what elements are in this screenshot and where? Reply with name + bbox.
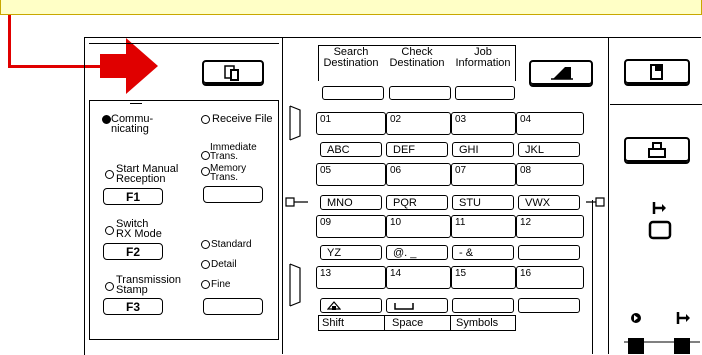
shift-label: Shift [322, 317, 345, 329]
page-tab-left [285, 197, 308, 207]
space-icon [394, 303, 414, 310]
one-touch-key-04[interactable]: 04 [516, 112, 584, 135]
one-touch-key-10[interactable]: 10 [386, 215, 451, 238]
bottom-indicator-icons [624, 312, 700, 354]
divider-left [282, 37, 283, 354]
check-destination-button[interactable] [389, 86, 451, 100]
one-touch-key-06[interactable]: 06 [386, 163, 451, 186]
eraser-icon [551, 67, 573, 80]
letter-key-def[interactable]: DEF [386, 142, 448, 157]
switch-rx-mode-led [105, 226, 114, 235]
panel-inner-rule [89, 43, 279, 44]
resolution-button[interactable] [203, 298, 263, 315]
letter-key-mno[interactable]: MNO [320, 195, 382, 210]
divider-right [608, 37, 609, 354]
immediate-trans-led [201, 151, 210, 160]
receive-file-label: Receive File [212, 113, 273, 125]
letter-key-stu[interactable]: STU [452, 195, 514, 210]
top-buttons-frame [318, 45, 516, 81]
one-touch-key-03[interactable]: 03 [451, 112, 516, 135]
blank-special-key[interactable] [518, 298, 580, 313]
space-label: Space [392, 317, 424, 329]
transmission-stamp-label: Transmission Stamp [116, 274, 181, 296]
printer-button[interactable] [624, 137, 690, 164]
job-information-button[interactable] [455, 86, 515, 100]
scanner-icon [648, 202, 672, 240]
immediate-trans-label: Immediate Trans. [210, 142, 257, 162]
memory-trans-label: Memory Trans. [210, 163, 247, 183]
one-touch-key-16[interactable]: 16 [516, 266, 584, 289]
letter-key-pqr[interactable]: PQR [386, 195, 448, 210]
search-destination-button[interactable] [322, 86, 384, 100]
start-manual-reception-led [105, 170, 114, 179]
space-key[interactable] [386, 298, 448, 313]
switch-rx-mode-label: Switch RX Mode [116, 218, 162, 240]
letter-key-blank[interactable] [518, 245, 580, 260]
one-touch-key-14[interactable]: 14 [386, 266, 451, 289]
fine-led [201, 280, 210, 289]
detail-label: Detail [211, 259, 237, 270]
one-touch-key-07[interactable]: 07 [451, 163, 516, 186]
symbols-label: Symbols [456, 317, 499, 329]
communicating-label: Commu- nicating [111, 113, 154, 135]
trans-mode-button[interactable] [203, 186, 263, 203]
transmission-stamp-led [105, 282, 114, 291]
left-bracket-top [289, 105, 301, 141]
letter-key-dash-amp[interactable]: - & [452, 245, 514, 260]
one-touch-key-02[interactable]: 02 [386, 112, 451, 135]
divider-right-h [610, 104, 702, 105]
left-bracket-bottom [289, 263, 301, 307]
one-touch-key-13[interactable]: 13 [316, 266, 386, 289]
detail-led [201, 260, 210, 269]
receive-file-led [201, 115, 210, 124]
one-touch-key-12[interactable]: 12 [516, 215, 584, 238]
f3-button[interactable]: F3 [103, 298, 163, 315]
letter-key-abc[interactable]: ABC [320, 142, 382, 157]
letter-key-at-dot[interactable]: @. _ [386, 245, 448, 260]
letter-key-jkl[interactable]: JKL [518, 142, 580, 157]
one-touch-key-08[interactable]: 08 [516, 163, 584, 186]
standard-led [201, 240, 210, 249]
fine-label: Fine [211, 279, 231, 290]
clear-modes-button[interactable] [529, 60, 593, 87]
standard-label: Standard [211, 239, 252, 250]
one-touch-key-09[interactable]: 09 [316, 215, 386, 238]
document-server-icon [224, 65, 239, 81]
shift-key[interactable] [320, 298, 382, 313]
page-icon [650, 64, 663, 80]
memory-trans-led [201, 167, 210, 176]
communicating-led [102, 115, 111, 124]
callout-leader-vertical [8, 15, 11, 67]
panel-tick [130, 103, 142, 104]
right-guide-line [592, 200, 593, 354]
letter-key-ghi[interactable]: GHI [452, 142, 514, 157]
one-touch-key-01[interactable]: 01 [316, 112, 386, 135]
symbols-key[interactable] [452, 298, 514, 313]
one-touch-key-11[interactable]: 11 [451, 215, 516, 238]
letter-key-vwx[interactable]: VWX [518, 195, 580, 210]
start-manual-reception-label: Start Manual Reception [116, 163, 179, 185]
shift-icon [327, 301, 341, 310]
label-divider-2 [450, 315, 451, 331]
copy-button[interactable] [624, 59, 690, 86]
label-divider-1 [384, 315, 385, 331]
one-touch-key-05[interactable]: 05 [316, 163, 386, 186]
one-touch-key-15[interactable]: 15 [451, 266, 516, 289]
letter-key-yz[interactable]: YZ [320, 245, 382, 260]
f1-button[interactable]: F1 [103, 188, 163, 205]
f2-button[interactable]: F2 [103, 243, 163, 260]
document-server-button[interactable] [202, 60, 264, 86]
page-tab-right [586, 197, 605, 207]
callout-banner [0, 0, 702, 15]
printer-icon [648, 142, 666, 158]
